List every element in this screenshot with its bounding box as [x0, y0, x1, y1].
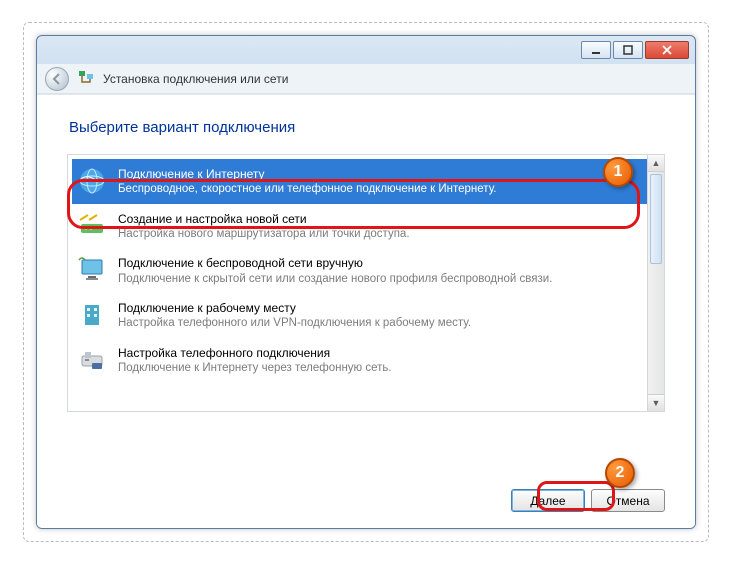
scroll-thumb[interactable]: [650, 174, 662, 264]
client-area: Выберите вариант подключения Подключение…: [37, 94, 695, 528]
close-icon: [662, 45, 672, 55]
option-label: Создание и настройка новой сети: [118, 211, 410, 227]
scroll-track[interactable]: [648, 172, 664, 394]
maximize-icon: [623, 45, 633, 55]
connection-option[interactable]: Создание и настройка новой сетиНастройка…: [72, 204, 647, 249]
option-desc: Подключение к скрытой сети или создание …: [118, 272, 552, 288]
router-icon: [76, 210, 108, 242]
header-bar: Установка подключения или сети: [37, 64, 695, 94]
cancel-button[interactable]: Отмена: [591, 489, 665, 512]
annotation-frame: Установка подключения или сети Выберите …: [23, 22, 709, 542]
wizard-window: Установка подключения или сети Выберите …: [36, 35, 696, 529]
maximize-button[interactable]: [613, 41, 643, 59]
connection-option[interactable]: Подключение к беспроводной сети вручнуюП…: [72, 248, 647, 293]
next-button-label: Далее: [530, 494, 565, 508]
cancel-button-label: Отмена: [606, 494, 649, 508]
connection-option[interactable]: Настройка телефонного подключенияПодключ…: [72, 338, 647, 383]
connection-option[interactable]: Подключение к ИнтернетуБеспроводное, ско…: [72, 159, 647, 204]
app-icon: [77, 70, 95, 88]
option-desc: Подключение к Интернету через телефонную…: [118, 361, 392, 377]
close-button[interactable]: [645, 41, 689, 59]
back-button[interactable]: [45, 67, 69, 91]
page-heading: Выберите вариант подключения: [69, 119, 663, 136]
next-button[interactable]: Далее: [511, 489, 585, 512]
option-label: Настройка телефонного подключения: [118, 345, 392, 361]
option-desc: Настройка телефонного или VPN-подключени…: [118, 316, 471, 332]
connection-option[interactable]: Подключение к рабочему местуНастройка те…: [72, 293, 647, 338]
globe-icon: [76, 165, 108, 197]
monitor-icon: [76, 254, 108, 286]
scrollbar[interactable]: ▲ ▼: [647, 155, 664, 411]
option-desc: Беспроводное, скоростное или телефонное …: [118, 182, 497, 198]
options-panel: Подключение к ИнтернетуБеспроводное, ско…: [67, 154, 665, 412]
option-label: Подключение к рабочему месту: [118, 300, 471, 316]
option-label: Подключение к беспроводной сети вручную: [118, 255, 552, 271]
options-list: Подключение к ИнтернетуБеспроводное, ско…: [68, 155, 647, 411]
titlebar: [37, 36, 695, 64]
dialup-icon: [76, 344, 108, 376]
button-bar: Далее Отмена: [67, 473, 665, 512]
scroll-down-arrow-icon[interactable]: ▼: [648, 394, 664, 411]
minimize-icon: [591, 45, 601, 55]
option-label: Подключение к Интернету: [118, 166, 497, 182]
minimize-button[interactable]: [581, 41, 611, 59]
scroll-up-arrow-icon[interactable]: ▲: [648, 155, 664, 172]
window-title: Установка подключения или сети: [103, 72, 288, 86]
back-arrow-icon: [51, 73, 63, 85]
option-desc: Настройка нового маршрутизатора или точк…: [118, 227, 410, 243]
building-icon: [76, 299, 108, 331]
